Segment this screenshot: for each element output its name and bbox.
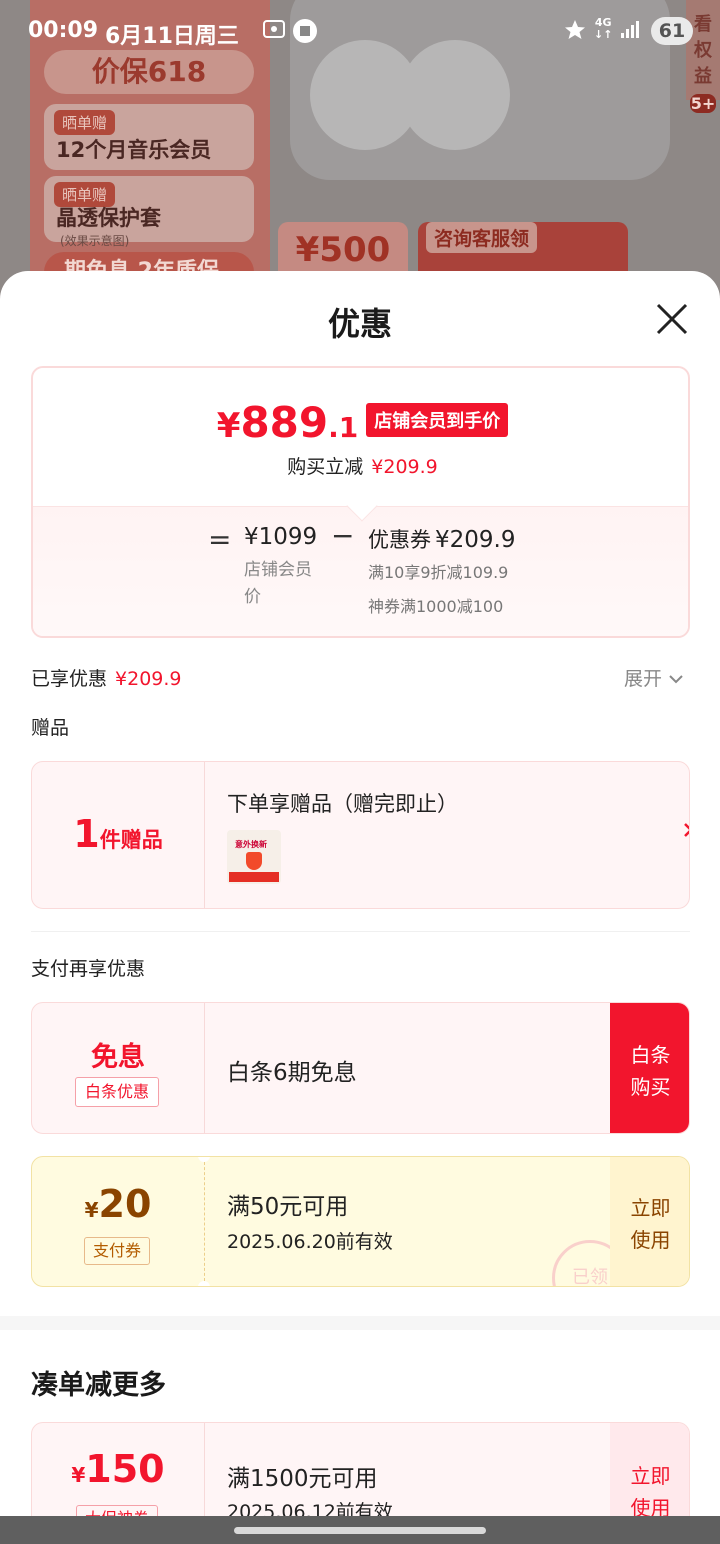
gift-count: 1件赠品 <box>32 812 204 856</box>
coupon-notch <box>198 1281 210 1286</box>
minus-sign: − <box>331 519 355 552</box>
payment-coupon-currency: ¥ <box>84 1198 99 1222</box>
background-service-label: 咨询客服领 <box>426 222 538 253</box>
background-side-badge: 5+ <box>690 94 716 113</box>
promo-coupon-condition: 满1500元可用 <box>227 1466 378 1492</box>
status-bar: 00:09 6月11日周三 4G ↓↑ 61 <box>0 0 720 64</box>
price-currency: ¥ <box>216 406 241 446</box>
baitiao-buy-button[interactable]: 白条 购买 <box>610 1003 689 1133</box>
payment-coupon-condition: 满50元可用 <box>227 1194 349 1220</box>
background-gift-text: 晶透保护套 <box>56 206 161 230</box>
use-coupon-button[interactable]: 立即 使用 <box>610 1157 689 1286</box>
battery-indicator: 61 <box>651 17 693 45</box>
equals-sign: = <box>208 523 232 556</box>
payment-coupon-badge: 支付券 <box>84 1237 150 1265</box>
gift-card[interactable]: 1件赠品 下单享赠品（赠完即止） 意外换新 <box>31 761 690 909</box>
price-breakdown: = ¥1099 店铺会员价 − 优惠券 ¥209.9 满10享9折减109.9 神… <box>33 506 688 636</box>
coupon-notch <box>198 1157 210 1162</box>
price-integer: 889 <box>240 398 329 447</box>
enjoyed-discount-label: 已享优惠 <box>31 668 108 690</box>
base-price: ¥1099 <box>244 524 318 550</box>
home-gesture-handle[interactable] <box>234 1527 486 1534</box>
background-gift-sub: (效果示意图) <box>60 234 130 248</box>
baitiao-buy-label: 白条 <box>630 1043 671 1067</box>
baitiao-card: 免息 白条优惠 白条6期免息 白条 购买 <box>31 1002 690 1134</box>
pay-section-title: 支付再享优惠 <box>31 958 146 980</box>
network-indicator: 4G ↓↑ <box>594 16 613 41</box>
price-summary-card: ¥889.1 店铺会员到手价 购买立减 ¥209.9 = ¥1099 店铺会员价 −… <box>31 366 690 638</box>
gift-thumbnail-footer <box>229 872 279 882</box>
gift-count-unit: 件赠品 <box>99 828 163 852</box>
system-nav-bar <box>0 1516 720 1544</box>
star-icon <box>563 18 587 47</box>
gift-count-number: 1 <box>73 812 100 856</box>
close-button[interactable] <box>652 299 692 339</box>
coupon-detail: 满10享9折减109.9 <box>368 563 509 582</box>
shield-icon <box>246 852 262 870</box>
gift-thumbnail: 意外换新 <box>227 830 281 884</box>
background-gift-card: 晒单赠 12个月音乐会员 <box>44 104 254 170</box>
payment-coupon-expiry: 2025.06.20前有效 <box>227 1231 393 1253</box>
signal-icon <box>620 18 642 45</box>
status-time: 00:09 <box>28 18 99 43</box>
chevron-down-icon <box>668 668 684 690</box>
enjoyed-discount: 已享优惠 ¥209.9 <box>31 664 182 691</box>
final-price: ¥889.1 店铺会员到手价 <box>33 398 688 447</box>
instant-discount-value: ¥209.9 <box>371 456 438 478</box>
section-divider <box>31 931 690 932</box>
payment-coupon-amount: ¥20 <box>32 1182 204 1226</box>
instant-discount-label: 购买立减 <box>287 456 364 478</box>
coupon-detail: 神券满1000减100 <box>368 597 504 616</box>
network-type: 4G <box>594 16 612 29</box>
enjoyed-discount-value: ¥209.9 <box>115 668 182 690</box>
card-divider <box>204 1003 205 1133</box>
use-coupon-label: 使用 <box>630 1228 671 1252</box>
price-decimal: .1 <box>328 411 359 444</box>
discount-sheet: 优惠 ¥889.1 店铺会员到手价 购买立减 ¥209.9 = ¥1099 店铺会员… <box>0 271 720 1544</box>
section-gap <box>0 1316 720 1330</box>
payment-coupon-value: 20 <box>98 1182 152 1226</box>
coupon-total-value: ¥209.9 <box>435 527 516 553</box>
baitiao-title: 免息 <box>91 1042 145 1073</box>
app-notification-icon <box>292 18 318 49</box>
base-price-label: 店铺会员价 <box>244 560 312 607</box>
background-gift-tag: 晒单赠 <box>54 110 116 135</box>
gift-thumbnail-text: 意外换新 <box>235 840 267 849</box>
baitiao-badge: 白条优惠 <box>75 1077 159 1107</box>
coupon-total: 优惠券 ¥209.9 <box>368 524 515 554</box>
screenshot-icon <box>262 18 286 45</box>
baitiao-buy-label: 购买 <box>630 1075 671 1099</box>
coupon-total-label: 优惠券 <box>368 528 431 552</box>
card-divider <box>204 762 205 908</box>
sheet-title: 优惠 <box>327 305 392 343</box>
background-gift-text: 12个月音乐会员 <box>56 138 212 162</box>
member-price-tag: 店铺会员到手价 <box>366 403 509 437</box>
promo-coupon-amount: ¥150 <box>32 1447 204 1491</box>
coupon-dashed-divider <box>204 1157 205 1286</box>
more-deals-title: 凑单减更多 <box>31 1370 166 1401</box>
baitiao-desc: 白条6期免息 <box>227 1060 357 1086</box>
promo-coupon-currency: ¥ <box>71 1463 86 1487</box>
gift-section-title: 赠品 <box>31 717 70 739</box>
instant-discount: 购买立减 ¥209.9 <box>33 452 688 479</box>
promo-coupon-value: 150 <box>85 1447 165 1491</box>
payment-coupon-card: ¥20 支付券 满50元可用 2025.06.20前有效 已领 立即 使用 <box>31 1156 690 1287</box>
chevron-right-icon <box>682 820 689 844</box>
expand-button[interactable]: 展开 <box>624 664 684 691</box>
background-gift-card: 晒单赠 晶透保护套 (效果示意图) <box>44 176 254 248</box>
close-icon <box>656 303 688 335</box>
status-date: 6月11日周三 <box>105 24 239 49</box>
use-coupon-label: 立即 <box>630 1196 671 1220</box>
expand-label: 展开 <box>624 668 663 690</box>
use-promo-coupon-label: 立即 <box>630 1464 671 1488</box>
gift-title: 下单享赠品（赠完即止） <box>227 792 458 816</box>
